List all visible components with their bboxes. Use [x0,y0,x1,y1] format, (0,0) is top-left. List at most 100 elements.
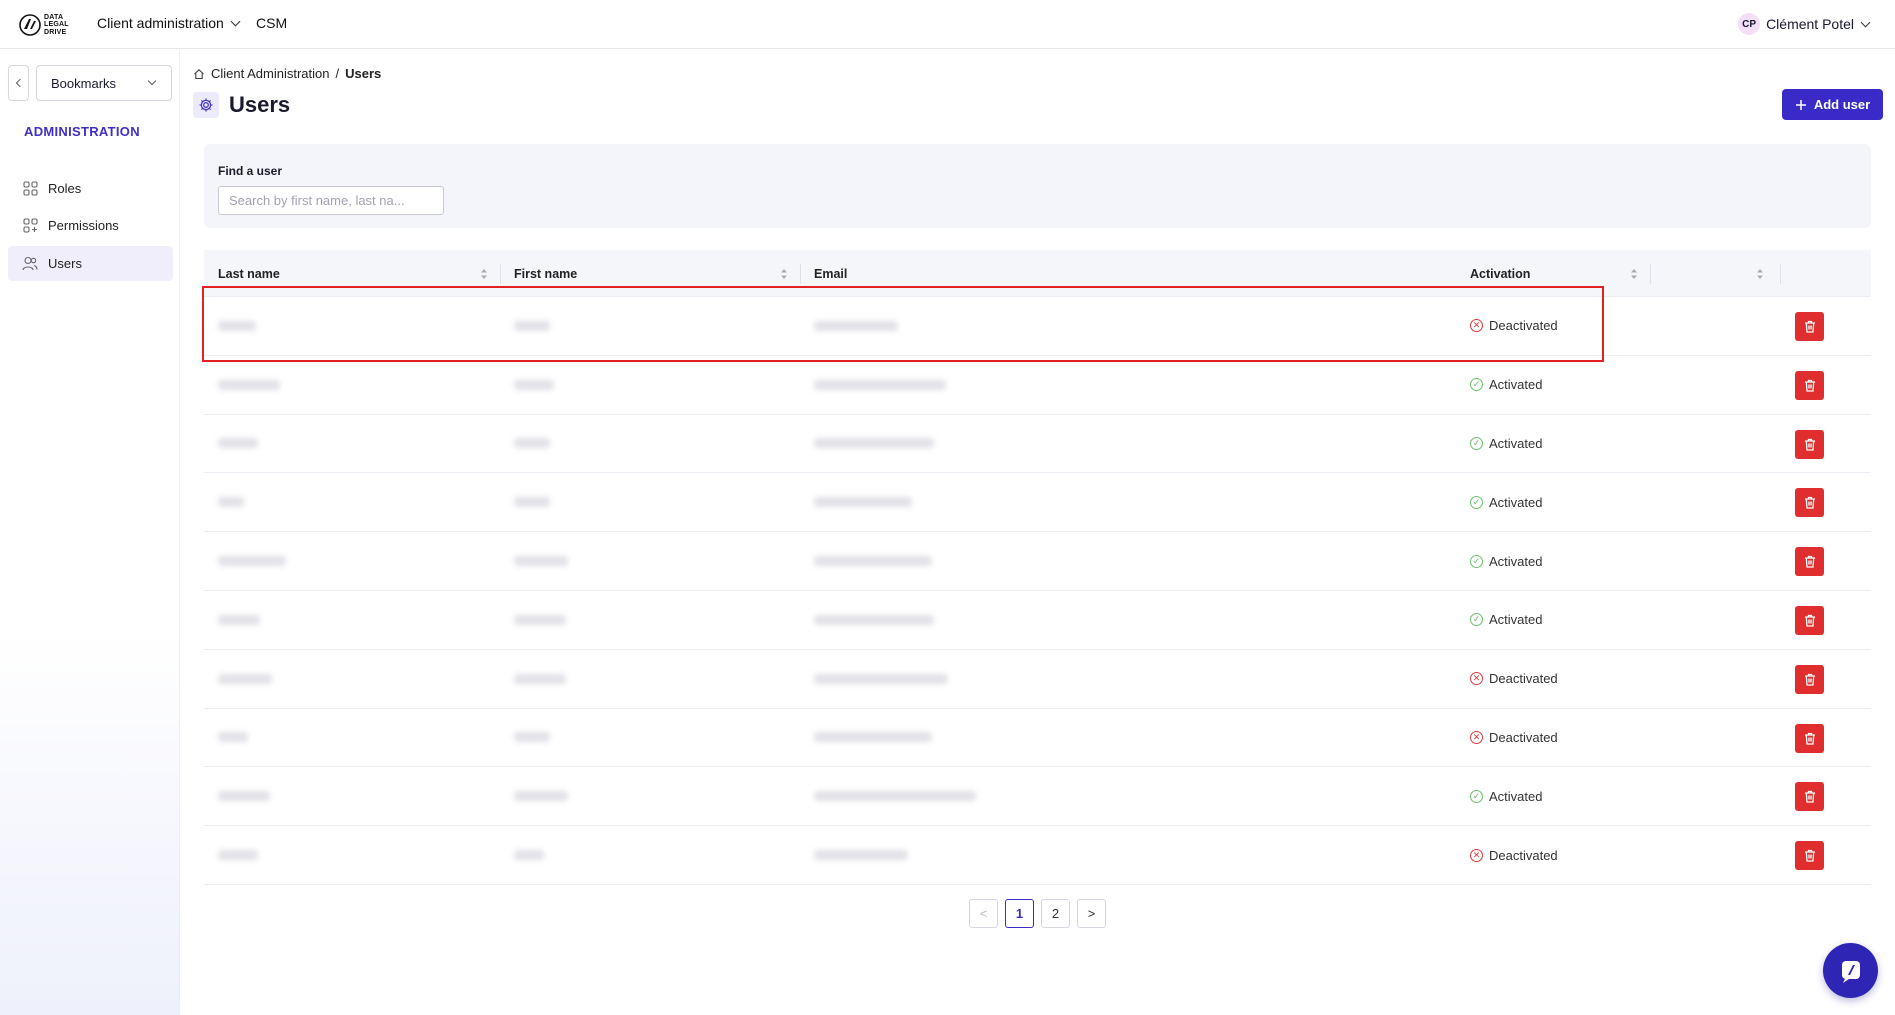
sidebar-item-users[interactable]: Users [8,246,173,281]
status-badge: Activated [1489,612,1543,628]
redacted-text [514,497,550,508]
cell-email [814,532,932,590]
table-row[interactable]: ✓ Activated [204,767,1871,827]
bookmarks-label: Bookmarks [51,75,117,91]
search-input[interactable] [218,186,444,215]
column-header-first-name[interactable]: First name [514,250,800,297]
delete-user-button[interactable] [1795,605,1824,635]
pagination-page-2[interactable]: 2 [1041,899,1070,928]
cell-email [814,297,898,355]
status-badge: Deactivated [1489,671,1558,687]
delete-user-button[interactable] [1795,370,1824,400]
pagination-prev-button[interactable]: < [969,899,998,928]
sidebar-collapse-button[interactable] [8,65,29,101]
cell-email [814,415,934,473]
cell-last-name [218,650,272,708]
redacted-text [218,379,280,390]
check-circle-icon: ✓ [1470,613,1483,627]
chevron-down-icon [1860,17,1871,27]
column-header-label: First name [514,266,578,281]
redacted-text [218,850,258,861]
redacted-text [218,732,248,743]
help-chat-button[interactable] [1823,943,1878,998]
check-circle-icon: ✓ [1470,554,1483,568]
redacted-text [218,438,258,449]
table-row[interactable]: ✕ Deactivated [204,650,1871,709]
redacted-text [814,556,932,567]
sidebar-item-permissions[interactable]: Permissions [8,208,173,243]
sidebar-item-roles[interactable]: Roles [8,171,173,206]
cell-first-name [514,356,554,414]
delete-user-button[interactable] [1795,429,1824,459]
delete-user-button[interactable] [1795,312,1824,341]
delete-user-button[interactable] [1795,664,1824,694]
bookmarks-dropdown[interactable]: Bookmarks [36,65,172,101]
cell-first-name [514,767,568,825]
chat-help-icon [1841,960,1860,983]
sidebar: Bookmarks ADMINISTRATION Roles Permissio… [0,50,180,1015]
trash-icon [1804,673,1815,686]
delete-user-button[interactable] [1795,488,1824,518]
search-panel: Find a user [204,144,1871,228]
x-circle-icon: ✕ [1470,319,1483,333]
table-row[interactable]: ✓ Activated [204,532,1871,591]
cell-last-name [218,473,244,531]
pagination-page-1[interactable]: 1 [1005,899,1034,928]
cell-last-name [218,767,270,825]
pagination: < 1 2 > [969,899,1106,928]
grid-plus-icon [22,218,38,234]
add-user-button[interactable]: Add user [1782,89,1883,120]
cell-last-name [218,356,280,414]
redacted-text [218,497,244,508]
x-circle-icon: ✕ [1470,672,1483,686]
table-row[interactable]: ✓ Activated [204,591,1871,650]
redacted-text [218,556,286,567]
column-separator [500,264,501,284]
table-row[interactable]: ✓ Activated [204,473,1871,533]
table-row[interactable]: ✕ Deactivated [204,297,1871,356]
data-legal-drive-logo[interactable]: DATA LEGAL DRIVE [18,10,72,40]
delete-user-button[interactable] [1795,723,1824,753]
cell-activation: ✕ Deactivated [1470,297,1558,355]
column-header-activation[interactable]: Activation [1470,250,1776,297]
table-body: ✕ Deactivated ✓ Activated ✓ Activated ✓ Activat… [204,297,1871,885]
cell-first-name [514,591,566,649]
delete-user-button[interactable] [1795,547,1824,577]
cell-last-name [218,415,258,473]
breadcrumb-current: Users [345,66,382,81]
cell-first-name [514,709,550,767]
cell-first-name [514,473,550,531]
column-header-label: Last name [218,266,280,281]
search-label: Find a user [218,164,283,178]
nav-client-administration[interactable]: Client administration [97,15,241,31]
sidebar-section-title: ADMINISTRATION [24,124,140,139]
column-header-last-name[interactable]: Last name [218,250,500,297]
logo-icon [19,14,41,36]
trash-icon [1804,732,1815,745]
sort-icon [481,269,487,279]
breadcrumb: Client Administration / Users [193,66,381,81]
cell-activation: ✓ Activated [1470,532,1542,590]
nav-csm[interactable]: CSM [256,15,287,31]
table-row[interactable]: ✕ Deactivated [204,709,1871,768]
table-row[interactable]: ✓ Activated [204,415,1871,474]
delete-user-button[interactable] [1795,841,1824,871]
status-badge: Activated [1489,494,1543,510]
cell-email [814,356,946,414]
breadcrumb-root-link[interactable]: Client Administration [211,66,330,81]
plus-icon [1795,99,1806,110]
pagination-next-button[interactable]: > [1077,899,1106,928]
redacted-text [814,673,948,684]
chevron-down-icon [147,76,157,86]
table-row[interactable]: ✕ Deactivated [204,826,1871,885]
cell-first-name [514,532,568,590]
table-row[interactable]: ✓ Activated [204,356,1871,415]
user-menu[interactable]: CP Clément Potel [1738,13,1871,35]
redacted-text [514,732,550,743]
top-bar: DATA LEGAL DRIVE Client administration C… [0,0,1895,49]
cell-last-name [218,709,248,767]
table-header: Last name First name Email Activation [204,250,1871,297]
delete-user-button[interactable] [1795,782,1824,812]
users-table: Last name First name Email Activation ✕ D… [204,250,1871,885]
redacted-text [814,497,912,508]
